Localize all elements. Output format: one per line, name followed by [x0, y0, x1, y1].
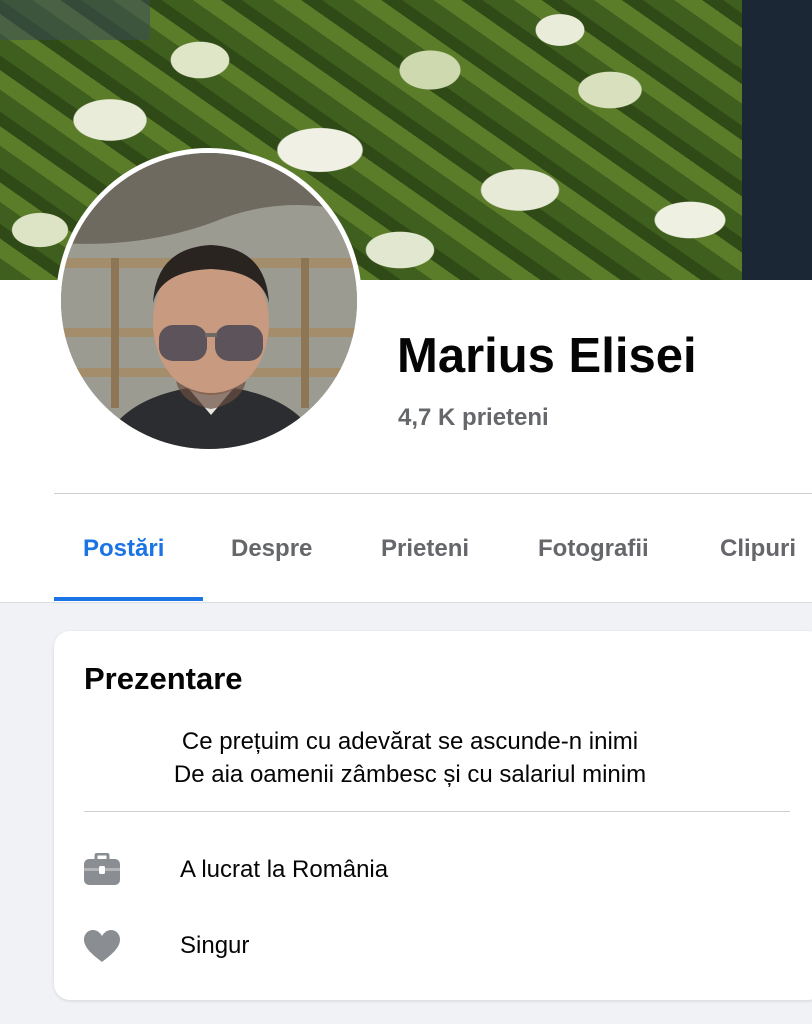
avatar-photo — [61, 153, 357, 449]
tab-photos[interactable]: Fotografii — [538, 515, 649, 583]
briefcase-icon — [82, 850, 122, 890]
header-divider — [54, 493, 812, 494]
profile-tabs: Postări Despre Prieteni Fotografii Clipu… — [54, 515, 812, 603]
bio-line-2: De aia oamenii zâmbesc și cu salariul mi… — [173, 761, 647, 788]
detail-work-text: A lucrat la România — [180, 856, 389, 883]
tab-posts[interactable]: Postări — [83, 515, 164, 583]
friends-count[interactable]: 4,7 K prieteni — [398, 404, 549, 432]
bio-text: Ce prețuim cu adevărat se ascunde-n inim… — [54, 725, 766, 791]
heart-icon — [82, 926, 122, 966]
tab-friends[interactable]: Prieteni — [381, 515, 469, 583]
cover-right-edge — [742, 0, 812, 280]
cover-shadow — [0, 0, 150, 40]
detail-relationship[interactable]: Singur — [82, 926, 249, 966]
profile-avatar[interactable] — [56, 148, 362, 454]
active-tab-indicator — [54, 597, 203, 601]
detail-relationship-text: Singur — [180, 932, 250, 959]
tab-about[interactable]: Despre — [231, 515, 312, 583]
bio-line-1: Ce prețuim cu adevărat se ascunde-n inim… — [181, 728, 639, 755]
tab-reels[interactable]: Clipuri — [720, 515, 796, 583]
profile-name: Marius Elisei — [397, 329, 697, 383]
intro-title: Prezentare — [84, 661, 243, 696]
intro-divider — [84, 811, 790, 812]
intro-card: Prezentare Ce prețuim cu adevărat se asc… — [54, 631, 812, 1000]
detail-work[interactable]: A lucrat la România — [82, 850, 388, 890]
